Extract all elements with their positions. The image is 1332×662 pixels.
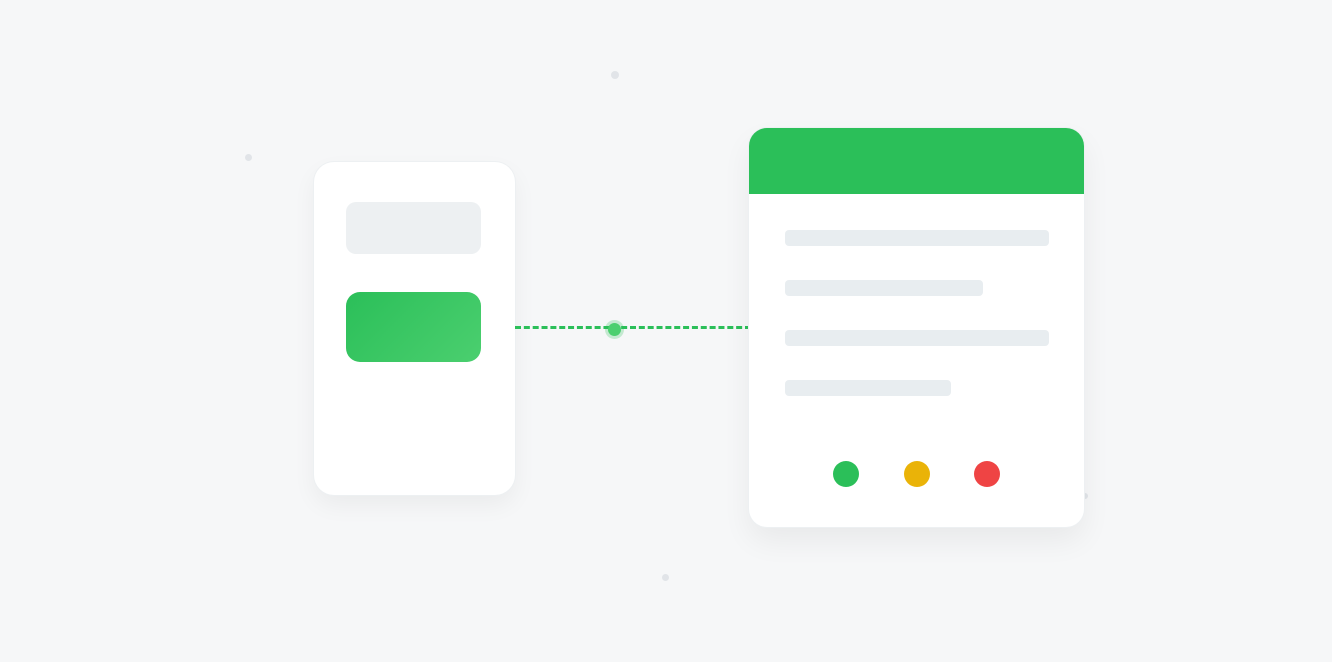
background-dot — [245, 154, 252, 161]
status-row — [749, 461, 1084, 487]
detail-card-header — [749, 128, 1084, 194]
detail-line — [785, 280, 983, 296]
detail-card-body — [749, 194, 1084, 396]
connector-line — [515, 326, 751, 329]
background-dot — [662, 574, 669, 581]
detail-line — [785, 380, 951, 396]
source-card-item-placeholder — [346, 202, 481, 254]
source-card — [314, 162, 515, 495]
background-dot — [611, 71, 619, 79]
status-dot-green[interactable] — [833, 461, 859, 487]
connector-midpoint-node — [608, 323, 621, 336]
source-card-item-active[interactable] — [346, 292, 481, 362]
detail-line — [785, 330, 1049, 346]
detail-card — [749, 128, 1084, 527]
status-dot-yellow[interactable] — [904, 461, 930, 487]
detail-line — [785, 230, 1049, 246]
status-dot-red[interactable] — [974, 461, 1000, 487]
